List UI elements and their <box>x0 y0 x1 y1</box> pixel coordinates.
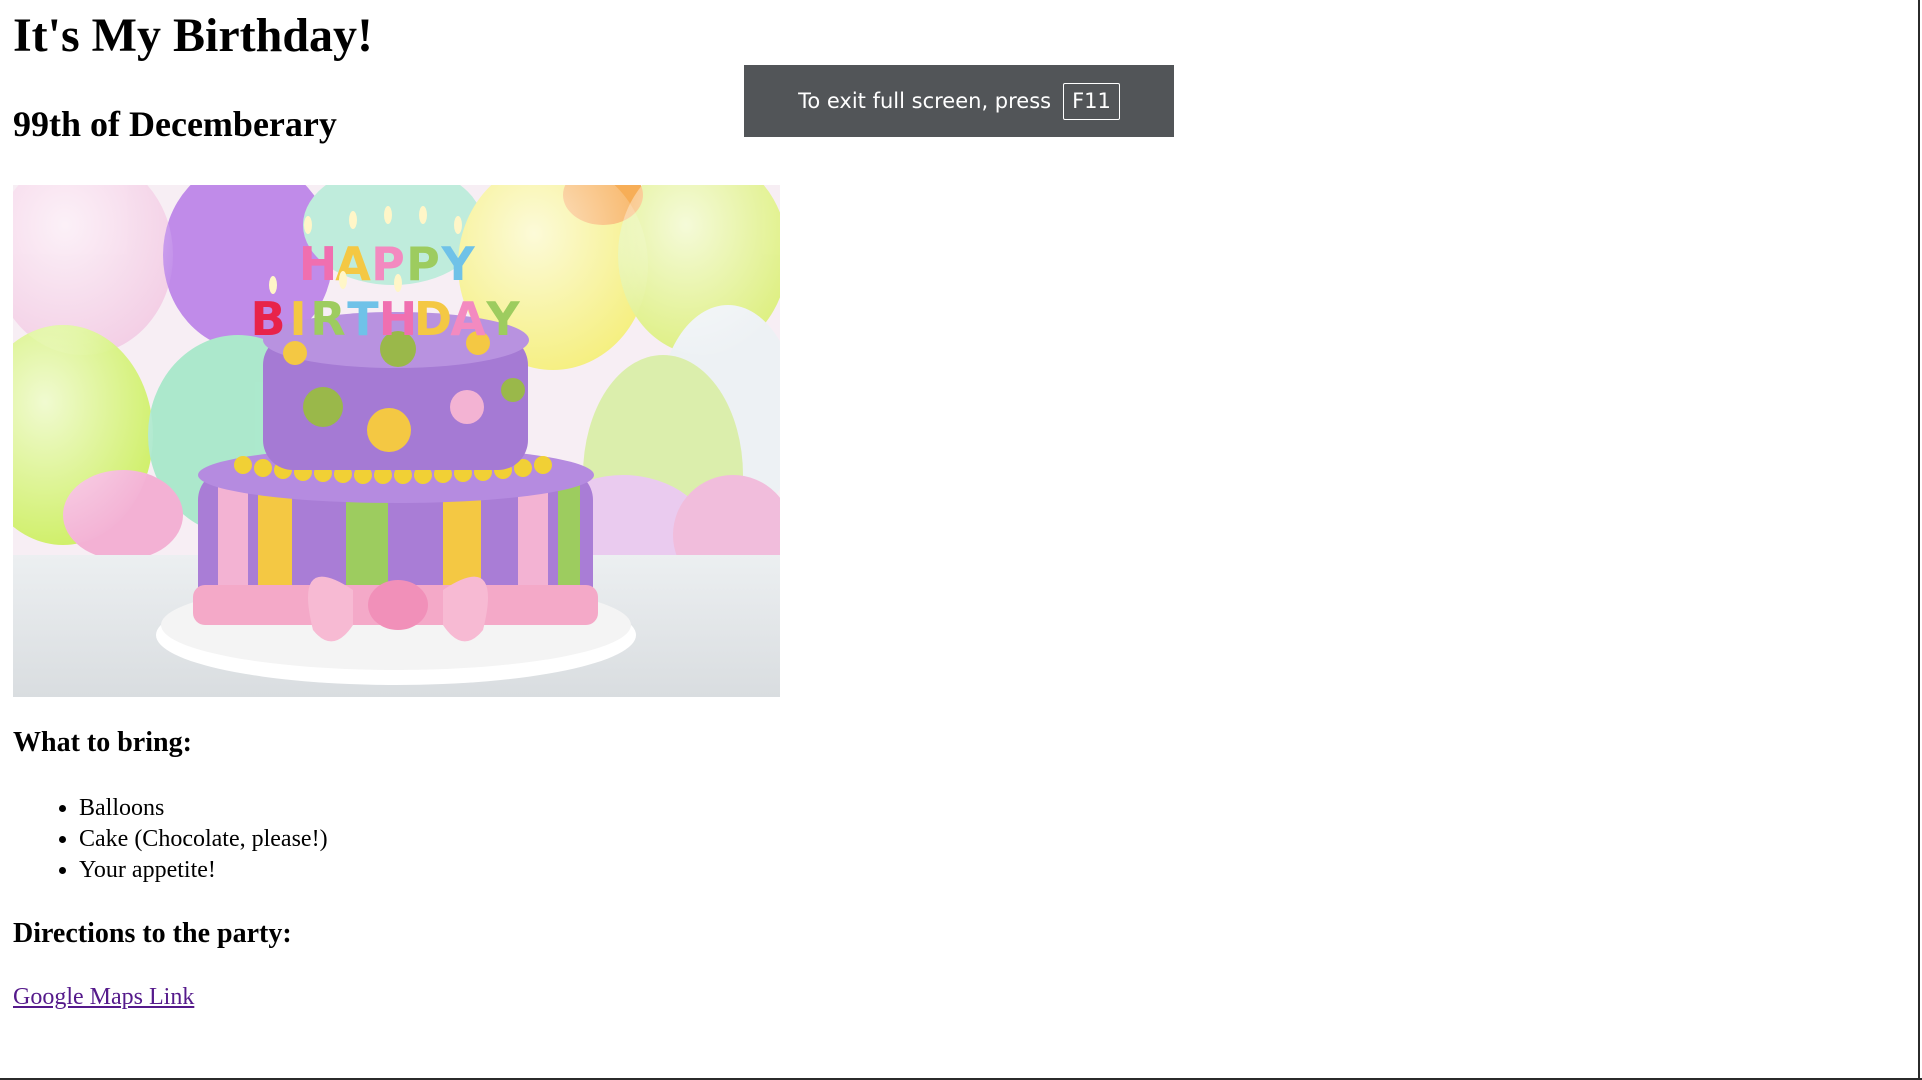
bring-list: Balloons Cake (Chocolate, please!) Your … <box>13 793 328 886</box>
party-date: 99th of Decemberary <box>13 104 337 144</box>
window-right-edge <box>1918 0 1920 1080</box>
svg-text:A: A <box>450 292 486 346</box>
svg-text:Y: Y <box>440 237 475 291</box>
svg-text:T: T <box>347 292 379 346</box>
fullscreen-exit-notice: To exit full screen, press F11 <box>744 65 1174 137</box>
svg-text:H: H <box>299 237 338 291</box>
list-item: Balloons <box>79 793 328 824</box>
birthday-cake-image: H A P P Y B I R T H D A Y <box>13 185 780 697</box>
page-title: It's My Birthday! <box>13 9 373 62</box>
list-item: Your appetite! <box>79 855 328 886</box>
f11-key-badge: F11 <box>1063 82 1120 120</box>
directions-heading: Directions to the party: <box>13 918 292 949</box>
svg-text:I: I <box>289 292 306 346</box>
list-item: Cake (Chocolate, please!) <box>79 824 328 855</box>
fullscreen-message: To exit full screen, press <box>798 89 1052 113</box>
svg-text:R: R <box>310 292 345 346</box>
svg-text:D: D <box>414 292 452 346</box>
svg-text:Y: Y <box>485 292 520 346</box>
google-maps-link[interactable]: Google Maps Link <box>13 984 194 1010</box>
web-page: It's My Birthday! 99th of Decemberary H … <box>0 0 1908 1078</box>
svg-text:B: B <box>250 292 285 346</box>
svg-text:H: H <box>379 292 418 346</box>
what-to-bring-heading: What to bring: <box>13 727 192 758</box>
svg-text:P: P <box>406 237 440 291</box>
